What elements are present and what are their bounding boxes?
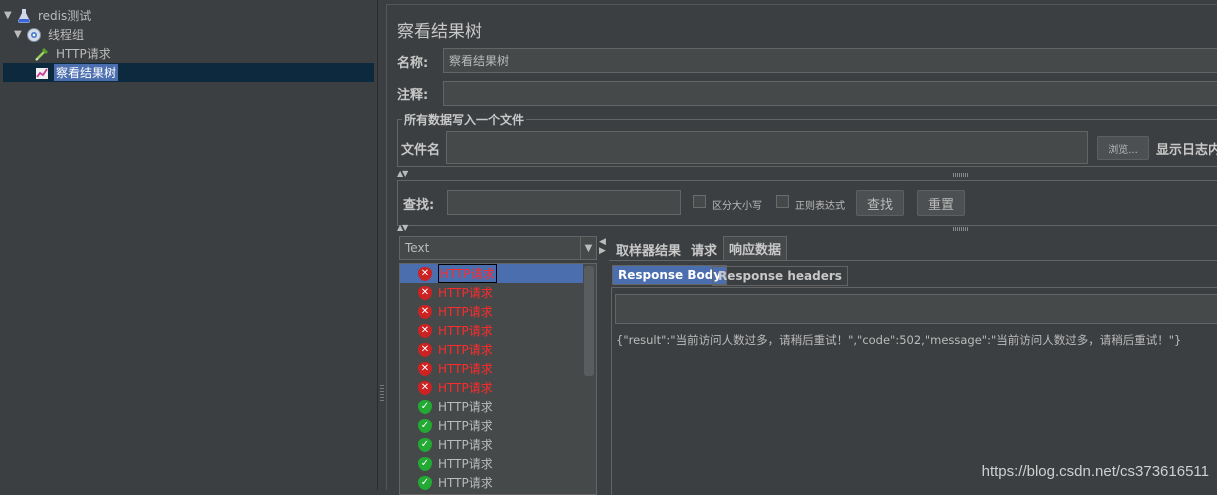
chevron-down-icon[interactable]: ▼	[580, 237, 596, 259]
tab-request[interactable]: 请求	[686, 238, 722, 260]
success-shield-icon: ✓	[418, 475, 432, 490]
error-shield-icon: ✕	[418, 342, 432, 357]
sample-result-row[interactable]: ✕ HTTP请求	[400, 264, 583, 283]
sample-result-row[interactable]: ✓ HTTP请求	[400, 473, 583, 492]
name-field[interactable]: 察看结果树	[443, 48, 1217, 73]
sample-result-row[interactable]: ✕ HTTP请求	[400, 378, 583, 397]
comment-field[interactable]	[443, 81, 1217, 106]
search-input[interactable]	[447, 190, 681, 215]
collapse-arrows-icon[interactable]: ▲▼	[397, 169, 408, 178]
sample-result-label: HTTP请求	[438, 324, 493, 338]
tree-node-test-plan[interactable]: ▼ redis测试	[4, 6, 93, 25]
reset-button[interactable]: 重置	[917, 190, 965, 216]
sample-result-label: HTTP请求	[438, 457, 493, 471]
test-plan-tree: ▼ redis测试 ▼ 线程组 HTTP请求 察看结果树	[0, 0, 378, 490]
sample-result-row[interactable]: ✕ HTTP请求	[400, 302, 583, 321]
success-shield-icon: ✓	[418, 399, 432, 414]
find-button[interactable]: 查找	[856, 190, 904, 216]
tree-node-label: 察看结果树	[54, 64, 119, 81]
regex-label: 正则表达式	[795, 201, 845, 212]
collapse-divider[interactable]: ▲▼	[387, 169, 1217, 179]
page-title: 察看结果树	[397, 22, 482, 42]
success-shield-icon: ✓	[418, 418, 432, 433]
subtab-response-body[interactable]: Response Body	[612, 265, 728, 285]
drag-handle-icon[interactable]	[953, 227, 969, 231]
file-group-title: 所有数据写入一个文件	[402, 111, 527, 128]
sample-result-label: HTTP请求	[438, 419, 493, 433]
search-label: 查找:	[403, 198, 435, 213]
sample-result-row[interactable]: ✕ HTTP请求	[400, 283, 583, 302]
scrollbar-thumb[interactable]	[584, 266, 594, 376]
tree-node-view-results-tree[interactable]: 察看结果树	[3, 63, 374, 82]
file-name-field[interactable]	[446, 131, 1088, 164]
success-shield-icon: ✓	[418, 437, 432, 452]
name-label: 名称:	[397, 56, 429, 71]
pipette-icon	[34, 46, 50, 62]
pane-splitter[interactable]	[378, 0, 386, 490]
sample-result-label: HTTP请求	[438, 476, 493, 490]
watermark: https://blog.csdn.net/cs373616511	[981, 463, 1209, 480]
tree-node-http-request[interactable]: HTTP请求	[34, 44, 113, 63]
collapse-arrow-icon[interactable]: ▼	[14, 29, 26, 40]
gear-icon	[26, 27, 42, 43]
log-display-label: 显示日志内	[1156, 143, 1217, 158]
error-shield-icon: ✕	[418, 361, 432, 376]
collapse-arrow-icon[interactable]: ▼	[4, 10, 16, 21]
sample-result-label: HTTP请求	[438, 400, 493, 414]
splitter-grip-icon[interactable]	[380, 385, 384, 403]
sample-result-row[interactable]: ✓ HTTP请求	[400, 454, 583, 473]
tree-node-label: redis测试	[38, 9, 92, 23]
response-search-field[interactable]	[615, 294, 1217, 324]
sample-result-row[interactable]: ✕ HTTP请求	[400, 359, 583, 378]
renderer-select[interactable]: Text ▼	[399, 236, 597, 260]
error-shield-icon: ✕	[418, 304, 432, 319]
error-shield-icon: ✕	[418, 380, 432, 395]
error-shield-icon: ✕	[418, 285, 432, 300]
sample-result-row[interactable]: ✓ HTTP请求	[400, 397, 583, 416]
comment-label: 注释:	[397, 88, 429, 103]
success-shield-icon: ✓	[418, 456, 432, 471]
error-shield-icon: ✕	[418, 323, 432, 338]
tab-response-data[interactable]: 响应数据	[723, 236, 788, 260]
collapse-arrows-icon[interactable]: ◀ ▶	[599, 238, 606, 256]
sample-result-row[interactable]: ✕ HTTP请求	[400, 340, 583, 359]
case-sensitive-label: 区分大小写	[712, 201, 762, 212]
renderer-selected-value: Text	[405, 241, 430, 255]
drag-handle-icon[interactable]	[953, 173, 969, 177]
sample-result-label: HTTP请求	[438, 381, 493, 395]
flask-icon	[16, 8, 32, 24]
sample-result-label: HTTP请求	[438, 286, 493, 300]
browse-button[interactable]: 浏览...	[1097, 136, 1149, 160]
chart-icon	[34, 65, 50, 81]
regex-checkbox[interactable]	[776, 195, 789, 208]
sample-result-label: HTTP请求	[438, 438, 493, 452]
sample-result-row[interactable]: ✓ HTTP请求	[400, 435, 583, 454]
tab-divider	[609, 260, 1217, 261]
sample-result-row[interactable]: ✕ HTTP请求	[400, 321, 583, 340]
tree-node-label: 线程组	[48, 28, 85, 42]
response-body-text: {"result":"当前访问人数过多，请稍后重试！","code":502,"…	[616, 333, 1182, 347]
sample-result-label: HTTP请求	[438, 343, 493, 357]
tree-node-label: HTTP请求	[56, 47, 111, 61]
collapse-arrows-icon[interactable]: ▲▼	[397, 223, 408, 232]
case-sensitive-checkbox[interactable]	[693, 195, 706, 208]
tree-node-thread-group[interactable]: ▼ 线程组	[14, 25, 86, 44]
sample-result-label: HTTP请求	[438, 362, 493, 376]
tab-sampler-result[interactable]: 取样器结果	[611, 238, 686, 260]
sample-result-label: HTTP请求	[438, 264, 497, 283]
subtab-response-headers[interactable]: Response headers	[712, 266, 848, 286]
sample-result-label: HTTP请求	[438, 305, 493, 319]
file-name-label: 文件名	[401, 143, 441, 158]
view-results-tree-panel: 察看结果树 名称: 察看结果树 注释: 所有数据写入一个文件 文件名 浏览...…	[386, 4, 1217, 495]
collapse-divider[interactable]: ▲▼	[387, 223, 1217, 233]
sample-result-row[interactable]: ✓ HTTP请求	[400, 416, 583, 435]
error-shield-icon: ✕	[418, 266, 432, 281]
sample-results-list: ✕ HTTP请求 ✕ HTTP请求 ✕ HTTP请求 ✕ HTTP请求 ✕ HTTP请求 ✕ HTTP…	[399, 263, 597, 495]
results-splitter[interactable]: ◀ ▶	[599, 236, 609, 495]
